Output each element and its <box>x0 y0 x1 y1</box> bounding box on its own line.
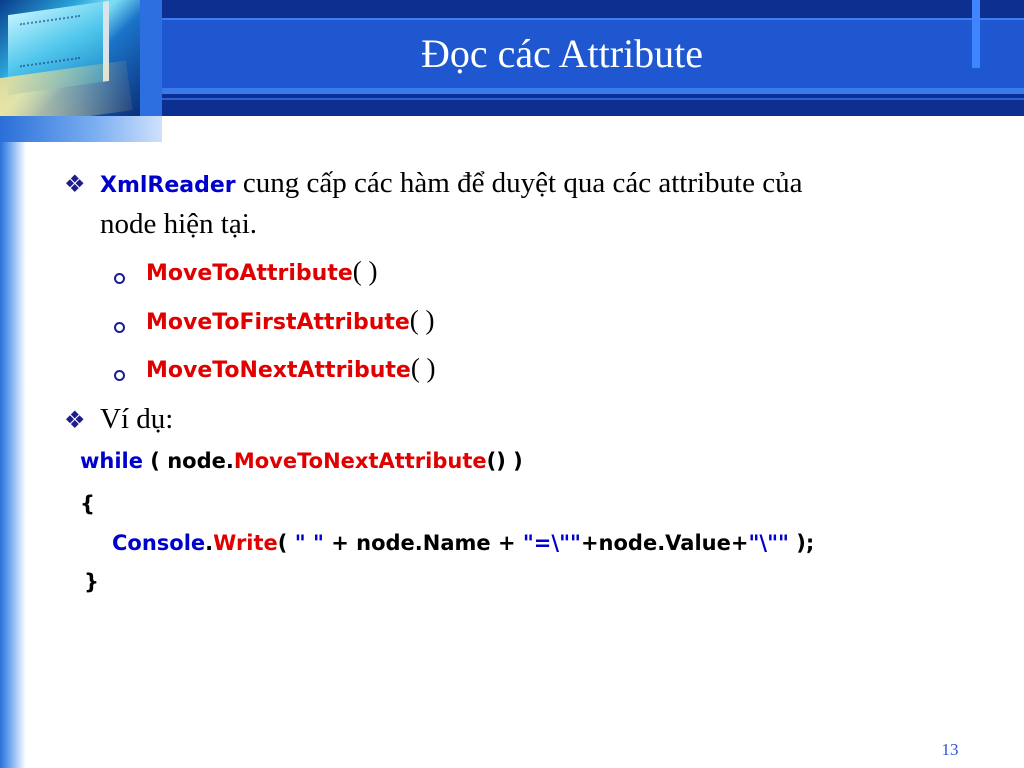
method-item: MoveToFirstAttribute( ) <box>146 305 435 336</box>
intro-line-2: node hiện tại. <box>100 208 258 240</box>
code-line-4: } <box>84 570 99 594</box>
intro-text-1: cung cấp các hàm để duyệt qua các attrib… <box>235 167 803 199</box>
method-name: MoveToNextAttribute <box>146 358 411 383</box>
code-text: +node.Value+ <box>580 531 749 555</box>
code-method: Write <box>213 531 278 555</box>
code-text: . <box>205 531 214 555</box>
circle-bullet-icon <box>114 273 125 284</box>
method-name: MoveToFirstAttribute <box>146 310 410 335</box>
code-text: ( node. <box>143 449 234 473</box>
code-text: () ) <box>486 449 523 473</box>
code-string: " " <box>294 531 324 555</box>
example-label: Ví dụ: <box>100 403 174 435</box>
console-object: Console <box>112 531 206 555</box>
title-underline-thin <box>162 98 1024 100</box>
header-accent <box>972 0 980 68</box>
code-string: "=\"" <box>522 531 581 555</box>
method-name: MoveToAttribute <box>146 261 353 286</box>
intro-line-1: XmlReader cung cấp các hàm để duyệt qua … <box>100 163 802 206</box>
code-text: + node.Name + <box>323 531 523 555</box>
method-parens: ( ) <box>410 353 436 383</box>
page-number: 13 <box>941 740 959 759</box>
code-text: ); <box>788 531 815 555</box>
method-item: MoveToNextAttribute( ) <box>146 353 436 384</box>
while-keyword: while <box>80 449 143 473</box>
method-parens: ( ) <box>352 256 378 286</box>
left-gradient-band <box>0 116 162 142</box>
slide-title: Đọc các Attribute <box>420 31 704 76</box>
code-line-2: { <box>80 492 95 516</box>
diamond-bullet-icon: ❖ <box>64 172 86 198</box>
circle-bullet-icon <box>114 370 125 381</box>
code-method: MoveToNextAttribute <box>233 449 487 473</box>
diamond-bullet-icon: ❖ <box>64 408 86 434</box>
method-item: MoveToAttribute( ) <box>146 256 378 287</box>
title-underline <box>162 88 1024 94</box>
monitor-image <box>0 0 140 116</box>
header-divider <box>140 0 162 116</box>
code-line-1: while ( node.MoveToNextAttribute() ) <box>80 449 523 473</box>
xmlreader-keyword: XmlReader <box>100 173 236 198</box>
circle-bullet-icon <box>114 322 125 333</box>
method-parens: ( ) <box>409 305 435 335</box>
code-string: "\"" <box>748 531 789 555</box>
code-text: ( <box>277 531 295 555</box>
code-line-3: Console.Write( " " + node.Name + "=\""+n… <box>112 531 814 555</box>
